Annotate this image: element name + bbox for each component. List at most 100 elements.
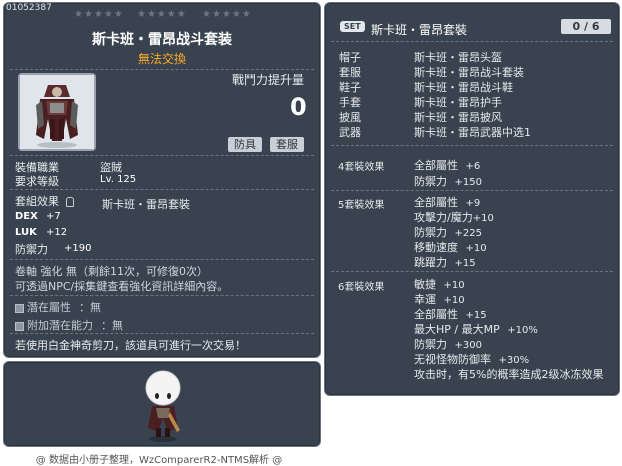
set-effect-stat: 防禦力 [414, 226, 447, 239]
potential-label: 潛在屬性 [27, 301, 71, 314]
divider [331, 41, 613, 42]
set-effect-4-label: 4套裝效果 [338, 162, 385, 173]
set-effect-line: 无视怪物防御率 +30% [414, 351, 529, 367]
npc-info: 可透過NPC/採集鍵查看強化資訊詳細內容。 [15, 280, 229, 293]
set-effect-line: 敏捷 +10 [414, 276, 465, 292]
set-effect-stat: 最大HP / 最大MP [414, 323, 500, 336]
set-effect-5-label: 5套裝效果 [338, 200, 385, 211]
stat-def-name: 防禦力 [15, 243, 48, 256]
set-effect-line: 移動速度 +10 [414, 239, 487, 255]
set-effect-value: +30% [498, 355, 530, 366]
set-effect-stat: 全部屬性 [414, 159, 458, 172]
set-effect-line: 防禦力 +225 [414, 224, 482, 240]
set-effect-stat: 跳躍力 [414, 256, 447, 269]
set-piece-slot: 武器 [339, 126, 361, 139]
set-effect-stat: 防禦力 [414, 338, 447, 351]
set-piece-name: 斯卡班・雷昂护手 [414, 96, 502, 109]
tag-armor: 防具 [228, 137, 262, 152]
set-effect-value: +10 [465, 243, 487, 254]
set-effect-stat: 无视怪物防御率 [414, 353, 491, 366]
divider [331, 145, 613, 146]
star-row-1: ★★★★★ [74, 9, 124, 20]
set-effect-6-label: 6套裝效果 [338, 282, 385, 293]
item-name: 斯卡班・雷昂战斗套装 [92, 32, 232, 48]
stat-dex-value: +7 [46, 211, 61, 222]
divider [10, 295, 314, 296]
set-effect-stat: 攻擊力/魔力 [414, 211, 473, 224]
set-effect-value: +15 [454, 258, 476, 269]
job-value: 盜賊 [100, 161, 122, 174]
set-effect-value: +9 [465, 198, 481, 209]
set-effect-line: 攻擊力/魔力+10 [414, 209, 494, 225]
set-piece-slot: 披風 [339, 111, 361, 124]
set-effect-line: 跳躍力 +15 [414, 254, 476, 270]
set-effect-line: 全部屬性 +6 [414, 157, 480, 173]
set-effect-name: 斯卡班・雷昂套裝 [102, 198, 190, 211]
set-effect-label-text: 套組效果 [15, 195, 59, 208]
star-row-3: ★★★★★ [202, 9, 252, 20]
set-effect-stat: 防禦力 [414, 175, 447, 188]
set-piece-slot: 套服 [339, 66, 361, 79]
set-piece-name: 斯卡班・雷昂披风 [414, 111, 502, 124]
set-effect-line: 幸運 +10 [414, 291, 465, 307]
set-effect-stat: 攻击时，有5%的概率造成2级冰冻效果 [414, 368, 604, 381]
set-effect-value: +225 [454, 228, 482, 239]
set-effect-value: +10% [507, 325, 538, 336]
item-code: 01052387 [6, 3, 52, 13]
stat-dex-name: DEX [15, 211, 38, 222]
set-title: 斯卡班・雷昂套裝 [371, 23, 468, 37]
divider [10, 69, 314, 70]
extra-potential-value: ：無 [101, 319, 123, 332]
stat-luk-value: +12 [46, 227, 68, 238]
set-effect-value: +150 [454, 177, 482, 188]
set-piece-slot: 手套 [339, 96, 361, 109]
item-tooltip-panel: 01052387 ★★★★★ ★★★★★ ★★★★★ 斯卡班・雷昂战斗套装 無法… [3, 2, 321, 358]
source-footer: @ 数据由小册子整理，WzComparerR2-NTMS解析 @ [35, 455, 283, 466]
avatar-preview-panel [3, 361, 321, 447]
divider [10, 259, 314, 260]
set-piece-name: 斯卡班・雷昂战斗套装 [414, 66, 524, 79]
set-effect-value: +10 [472, 213, 494, 224]
stat-luk-name: LUK [15, 227, 37, 238]
potential-row: 潛在屬性 ：無 [15, 299, 101, 315]
set-effect-line: 最大HP / 最大MP +10% [414, 321, 538, 337]
set-effect-stat: 幸運 [414, 293, 436, 306]
potential-value: ：無 [79, 301, 101, 314]
set-effect-line: 防禦力 +150 [414, 173, 482, 189]
lock-icon [65, 197, 74, 207]
set-piece-name: 斯卡班・雷昂头盔 [414, 51, 502, 64]
set-effect-value: +6 [465, 161, 481, 172]
set-effect-line: 攻击时，有5%的概率造成2级冰冻效果 [414, 366, 603, 382]
set-piece-counter: 0 / 6 [561, 19, 611, 34]
set-piece-name: 斯卡班・雷昂武器中选1 [414, 126, 531, 139]
scissors-note: 若使用白金神奇剪刀，該道具可進行一次交易！ [15, 339, 246, 352]
extra-potential-row: 附加潛在能力 ：無 [15, 317, 123, 333]
set-badge-icon: SET [340, 21, 365, 32]
set-effect-stat: 全部屬性 [414, 196, 458, 209]
power-label: 戰鬥力提升量 [232, 73, 305, 87]
set-piece-slot: 帽子 [339, 51, 361, 64]
set-tooltip-panel: SET 斯卡班・雷昂套裝 0 / 6 帽子 斯卡班・雷昂头盔 套服 斯卡班・雷昂… [324, 2, 620, 396]
set-effect-value: +10 [443, 280, 465, 291]
set-piece-slot: 鞋子 [339, 81, 361, 94]
req-level-value: Lv. 125 [100, 174, 137, 185]
set-effect-stat: 敏捷 [414, 278, 436, 291]
power-value: 0 [290, 93, 307, 121]
tag-outfit: 套服 [270, 137, 304, 152]
set-effect-value: +300 [454, 340, 482, 351]
set-effect-stat: 移動速度 [414, 241, 458, 254]
divider [10, 333, 314, 334]
set-effect-line: 全部屬性 +9 [414, 194, 480, 210]
req-level-label: 要求等級 [15, 175, 59, 188]
stat-def-value: +190 [64, 243, 92, 254]
divider [10, 189, 314, 190]
set-effect-line: 全部屬性 +15 [414, 306, 487, 322]
star-row-2: ★★★★★ [137, 9, 187, 20]
character-avatar-icon [140, 368, 186, 442]
extra-potential-label: 附加潛在能力 [27, 319, 93, 332]
set-effect-line: 防禦力 +300 [414, 336, 482, 352]
set-effect-stat: 全部屬性 [414, 308, 458, 321]
divider [331, 271, 613, 272]
set-effect-value: +10 [443, 295, 465, 306]
divider [331, 190, 613, 191]
